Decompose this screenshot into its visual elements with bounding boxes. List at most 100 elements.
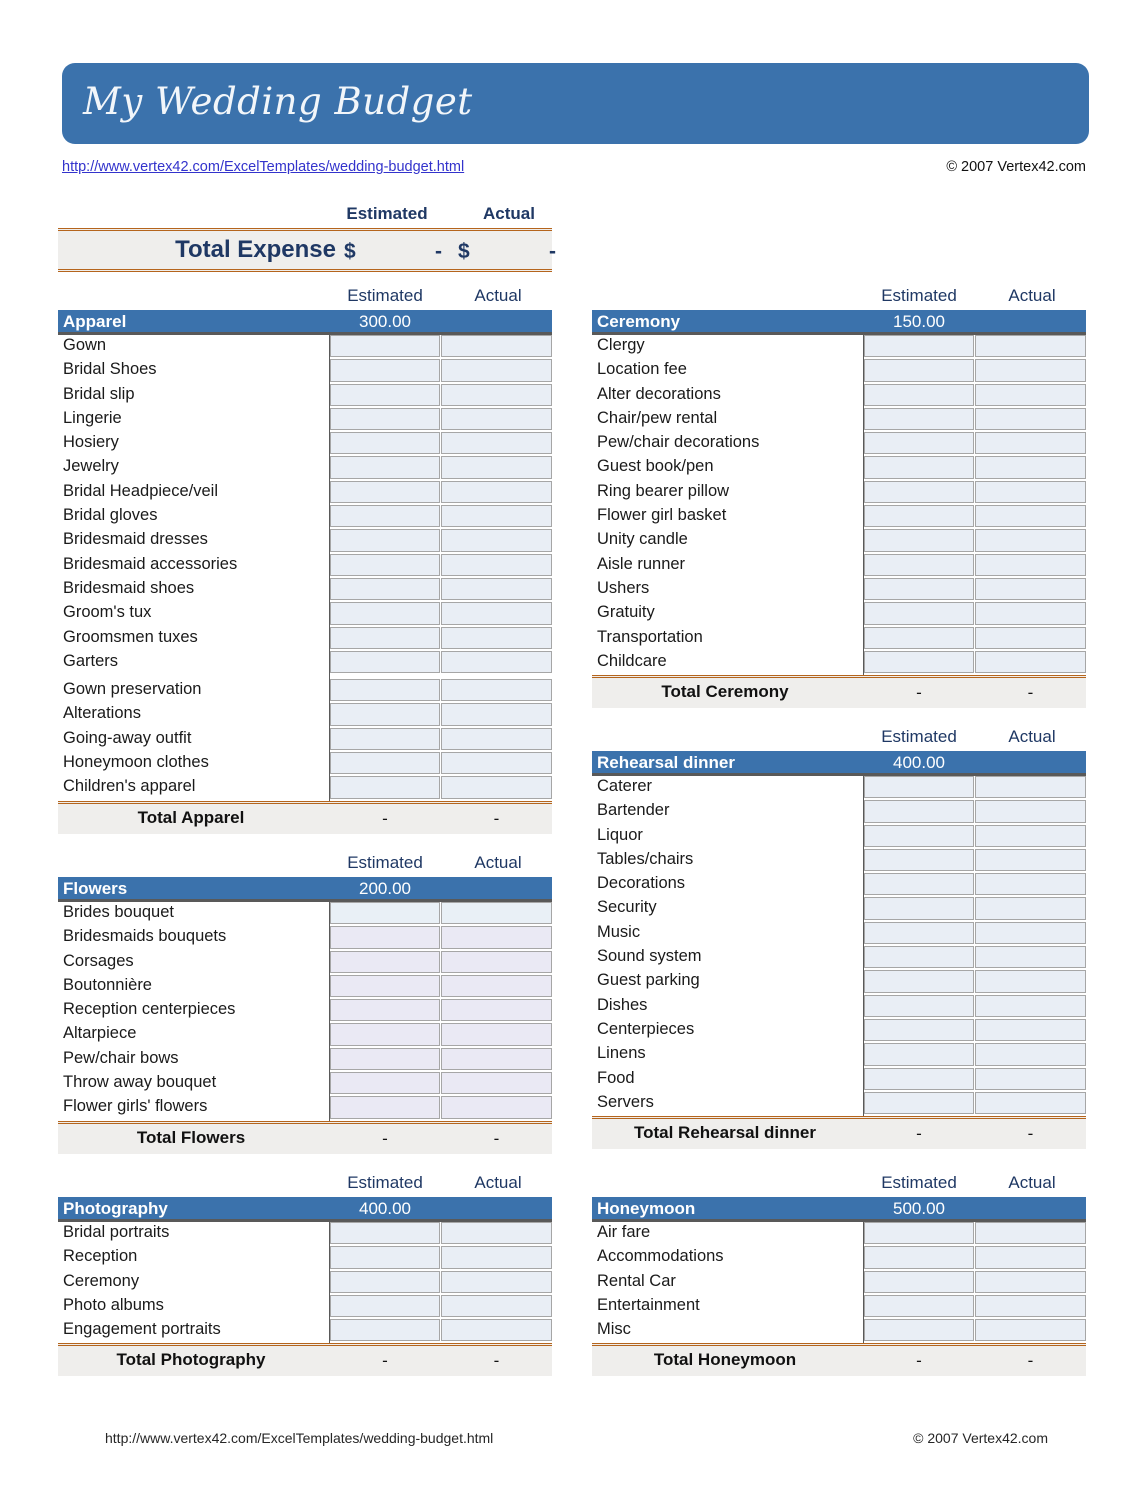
- actual-input-cell[interactable]: [441, 383, 552, 406]
- actual-input-cell[interactable]: [975, 1018, 1086, 1042]
- actual-input-cell[interactable]: [975, 335, 1086, 358]
- actual-input-cell[interactable]: [441, 902, 552, 925]
- estimated-input-cell[interactable]: [864, 1270, 974, 1293]
- estimated-input-cell[interactable]: [330, 529, 440, 552]
- actual-input-cell[interactable]: [441, 335, 552, 358]
- estimated-input-cell[interactable]: [330, 679, 440, 702]
- actual-input-cell[interactable]: [441, 407, 552, 431]
- actual-input-cell[interactable]: [441, 553, 552, 576]
- estimated-input-cell[interactable]: [864, 577, 974, 601]
- estimated-input-cell[interactable]: [864, 505, 974, 528]
- actual-input-cell[interactable]: [441, 974, 552, 998]
- actual-input-cell[interactable]: [441, 776, 552, 799]
- estimated-input-cell[interactable]: [864, 553, 974, 576]
- actual-input-cell[interactable]: [441, 1270, 552, 1293]
- actual-input-cell[interactable]: [975, 1091, 1086, 1115]
- estimated-input-cell[interactable]: [864, 650, 974, 674]
- estimated-input-cell[interactable]: [864, 529, 974, 552]
- actual-input-cell[interactable]: [975, 1246, 1086, 1269]
- estimated-input-cell[interactable]: [330, 1270, 440, 1293]
- actual-input-cell[interactable]: [975, 921, 1086, 945]
- estimated-input-cell[interactable]: [330, 1246, 440, 1269]
- estimated-input-cell[interactable]: [330, 456, 440, 479]
- estimated-input-cell[interactable]: [330, 1319, 440, 1342]
- estimated-input-cell[interactable]: [864, 970, 974, 993]
- actual-input-cell[interactable]: [975, 994, 1086, 1017]
- estimated-input-cell[interactable]: [330, 553, 440, 576]
- estimated-input-cell[interactable]: [864, 800, 974, 823]
- actual-input-cell[interactable]: [975, 1043, 1086, 1066]
- estimated-input-cell[interactable]: [330, 703, 440, 726]
- actual-input-cell[interactable]: [441, 480, 552, 504]
- actual-input-cell[interactable]: [975, 359, 1086, 382]
- estimated-input-cell[interactable]: [330, 974, 440, 998]
- actual-input-cell[interactable]: [441, 359, 552, 382]
- actual-input-cell[interactable]: [441, 727, 552, 751]
- actual-input-cell[interactable]: [975, 848, 1086, 872]
- actual-input-cell[interactable]: [441, 1246, 552, 1269]
- estimated-input-cell[interactable]: [330, 950, 440, 973]
- actual-input-cell[interactable]: [441, 679, 552, 702]
- estimated-input-cell[interactable]: [864, 946, 974, 969]
- actual-input-cell[interactable]: [441, 1222, 552, 1245]
- actual-input-cell[interactable]: [441, 602, 552, 625]
- estimated-input-cell[interactable]: [864, 897, 974, 920]
- actual-input-cell[interactable]: [441, 950, 552, 973]
- actual-input-cell[interactable]: [975, 383, 1086, 406]
- actual-input-cell[interactable]: [441, 1319, 552, 1342]
- estimated-input-cell[interactable]: [330, 1072, 440, 1095]
- estimated-input-cell[interactable]: [864, 824, 974, 847]
- actual-input-cell[interactable]: [975, 824, 1086, 847]
- estimated-input-cell[interactable]: [330, 480, 440, 504]
- estimated-input-cell[interactable]: [330, 383, 440, 406]
- estimated-input-cell[interactable]: [330, 999, 440, 1022]
- estimated-input-cell[interactable]: [864, 1067, 974, 1090]
- actual-input-cell[interactable]: [975, 970, 1086, 993]
- estimated-input-cell[interactable]: [864, 1091, 974, 1115]
- actual-input-cell[interactable]: [441, 456, 552, 479]
- actual-input-cell[interactable]: [441, 650, 552, 674]
- actual-input-cell[interactable]: [441, 505, 552, 528]
- estimated-input-cell[interactable]: [330, 1294, 440, 1318]
- actual-input-cell[interactable]: [441, 529, 552, 552]
- estimated-input-cell[interactable]: [330, 602, 440, 625]
- estimated-input-cell[interactable]: [330, 902, 440, 925]
- actual-input-cell[interactable]: [975, 432, 1086, 455]
- actual-input-cell[interactable]: [975, 1319, 1086, 1342]
- actual-input-cell[interactable]: [975, 776, 1086, 799]
- actual-input-cell[interactable]: [441, 432, 552, 455]
- estimated-input-cell[interactable]: [864, 1246, 974, 1269]
- actual-input-cell[interactable]: [975, 602, 1086, 625]
- actual-input-cell[interactable]: [441, 1023, 552, 1046]
- estimated-input-cell[interactable]: [864, 1043, 974, 1066]
- actual-input-cell[interactable]: [975, 529, 1086, 552]
- estimated-input-cell[interactable]: [330, 432, 440, 455]
- actual-input-cell[interactable]: [975, 650, 1086, 674]
- actual-input-cell[interactable]: [975, 1294, 1086, 1318]
- estimated-input-cell[interactable]: [330, 335, 440, 358]
- estimated-input-cell[interactable]: [864, 383, 974, 406]
- actual-input-cell[interactable]: [975, 456, 1086, 479]
- actual-input-cell[interactable]: [975, 626, 1086, 649]
- actual-input-cell[interactable]: [975, 946, 1086, 969]
- estimated-input-cell[interactable]: [864, 626, 974, 649]
- actual-input-cell[interactable]: [975, 480, 1086, 504]
- estimated-input-cell[interactable]: [864, 1294, 974, 1318]
- actual-input-cell[interactable]: [975, 897, 1086, 920]
- estimated-input-cell[interactable]: [864, 1018, 974, 1042]
- estimated-input-cell[interactable]: [864, 1222, 974, 1245]
- estimated-input-cell[interactable]: [330, 926, 440, 949]
- estimated-input-cell[interactable]: [864, 1319, 974, 1342]
- estimated-input-cell[interactable]: [864, 432, 974, 455]
- actual-input-cell[interactable]: [441, 999, 552, 1022]
- actual-input-cell[interactable]: [441, 703, 552, 726]
- estimated-input-cell[interactable]: [330, 727, 440, 751]
- actual-input-cell[interactable]: [441, 626, 552, 649]
- estimated-input-cell[interactable]: [864, 602, 974, 625]
- actual-input-cell[interactable]: [975, 1222, 1086, 1245]
- actual-input-cell[interactable]: [975, 800, 1086, 823]
- estimated-input-cell[interactable]: [330, 577, 440, 601]
- actual-input-cell[interactable]: [975, 577, 1086, 601]
- estimated-input-cell[interactable]: [864, 776, 974, 799]
- actual-input-cell[interactable]: [441, 577, 552, 601]
